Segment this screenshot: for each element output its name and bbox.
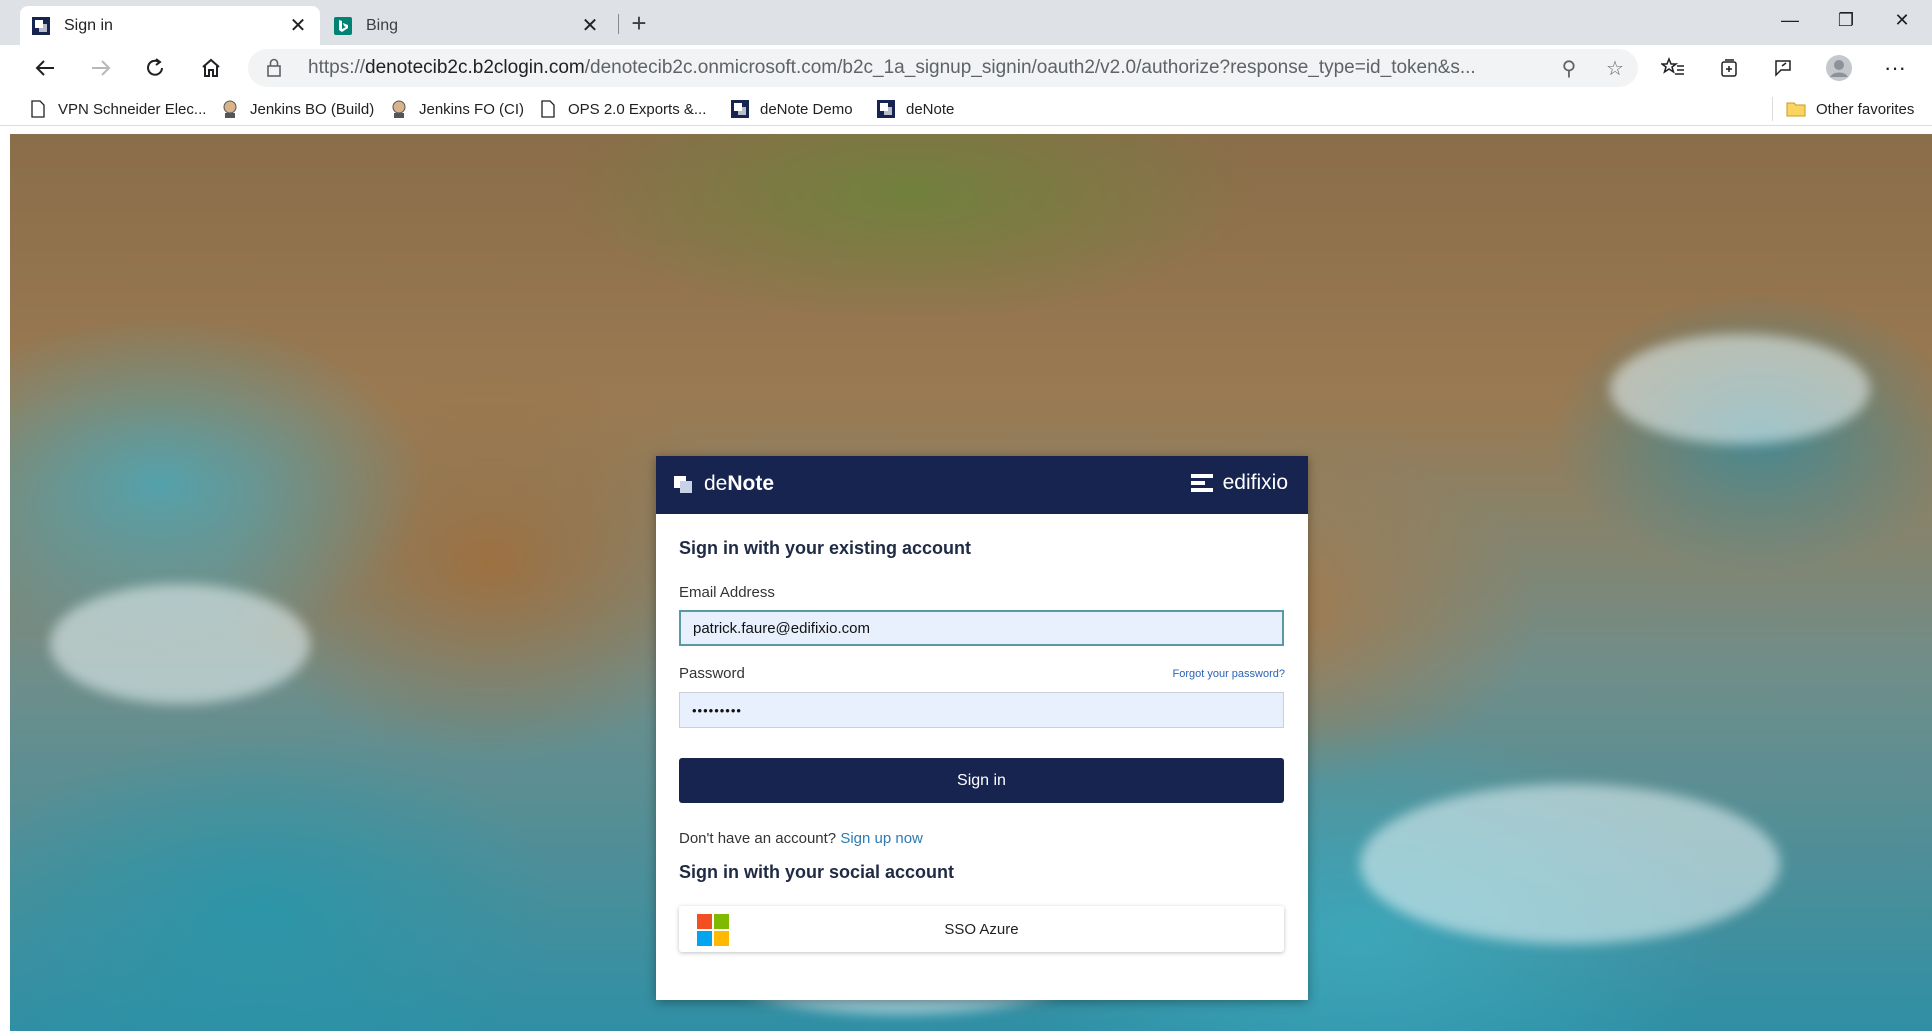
bookmark-label: deNote Demo — [760, 100, 853, 118]
page-icon — [538, 99, 558, 119]
other-favorites-folder[interactable]: Other favorites — [1786, 96, 1914, 122]
tab-separator — [618, 14, 619, 34]
favorite-star-icon[interactable]: ☆ — [1592, 49, 1638, 87]
bookmark-item[interactable]: Jenkins FO (CI) — [389, 96, 524, 122]
password-label: Password — [679, 665, 745, 682]
refresh-icon[interactable] — [136, 49, 174, 87]
more-menu-icon[interactable]: ··· — [1876, 49, 1914, 87]
ms-square-green — [714, 914, 729, 929]
folder-icon — [1786, 99, 1806, 119]
wave-foam — [50, 584, 310, 704]
no-account-label: Don't have an account? — [679, 830, 837, 847]
brand-note: Note — [727, 472, 775, 495]
close-window-icon[interactable]: ✕ — [1874, 0, 1930, 40]
bookmark-item[interactable]: Jenkins BO (Build) — [220, 96, 374, 122]
edifixio-logo-icon — [1190, 472, 1213, 494]
sso-button-label: SSO Azure — [944, 920, 1019, 938]
bookmarks-bar: VPN Schneider Elec... Jenkins BO (Build)… — [0, 91, 1932, 126]
feedback-icon[interactable] — [1764, 49, 1802, 87]
denote-icon — [876, 99, 896, 119]
bookmark-label: Jenkins BO (Build) — [250, 100, 375, 118]
restore-icon[interactable]: ❐ — [1818, 0, 1874, 40]
new-tab-icon[interactable]: + — [624, 8, 654, 38]
edifixio-brand: edifixio — [1190, 471, 1288, 495]
sign-up-link[interactable]: Sign up now — [840, 830, 923, 847]
bookmark-label: deNote — [906, 100, 955, 118]
bookmark-label: OPS 2.0 Exports &... — [568, 100, 707, 118]
brand-de: de — [704, 472, 728, 495]
no-account-text: Don't have an account? Sign up now — [679, 830, 923, 847]
lock-icon[interactable] — [266, 58, 288, 78]
key-icon[interactable]: ⚲ — [1546, 49, 1592, 87]
bookmark-label: Jenkins FO (CI) — [419, 100, 525, 118]
social-section-title: Sign in with your social account — [679, 862, 955, 882]
url-text: https://denotecib2c.b2clogin.com/denotec… — [308, 57, 1546, 79]
ms-square-yellow — [714, 931, 729, 946]
back-icon[interactable] — [26, 49, 64, 87]
denote-brand: de Note — [674, 472, 774, 496]
minimize-icon[interactable]: — — [1762, 0, 1818, 40]
microsoft-logo-icon — [697, 914, 729, 946]
email-label: Email Address — [679, 584, 775, 601]
forward-icon[interactable] — [82, 49, 120, 87]
bing-icon — [334, 16, 352, 35]
collections-icon[interactable] — [1710, 49, 1748, 87]
forgot-password-link[interactable]: Forgot your password? — [1173, 668, 1286, 680]
email-field[interactable]: patrick.faure@edifixio.com — [679, 610, 1284, 646]
partner-name: edifixio — [1222, 471, 1288, 494]
ms-square-red — [697, 914, 712, 929]
wave-foam — [1610, 334, 1870, 444]
password-field[interactable]: ••••••••• — [679, 692, 1284, 728]
denote-icon — [730, 99, 750, 119]
sign-in-button[interactable]: Sign in — [679, 758, 1284, 803]
jenkins-icon — [389, 99, 409, 119]
tab-strip: Sign in ✕ Bing ✕ + — ❐ ✕ — [0, 0, 1932, 45]
tab-title: Sign in — [64, 16, 113, 34]
sso-azure-button[interactable]: SSO Azure — [679, 906, 1284, 952]
background-coastline-image: de Note edifixio Sign in with your existi… — [10, 134, 1932, 1031]
bookmark-divider — [1772, 97, 1773, 121]
close-tab-icon[interactable]: ✕ — [580, 15, 600, 37]
card-header: de Note edifixio — [656, 456, 1308, 514]
jenkins-icon — [220, 99, 240, 119]
denote-logo-icon — [674, 474, 694, 494]
tab-sign-in[interactable]: Sign in ✕ — [20, 6, 320, 45]
url-host: denotecib2c.b2clogin.com — [365, 57, 585, 78]
bookmark-item[interactable]: deNote — [876, 96, 954, 122]
ms-square-blue — [697, 931, 712, 946]
url-path: /denotecib2c.onmicrosoft.com/b2c_1a_sign… — [584, 57, 1476, 78]
favorites-icon[interactable] — [1654, 49, 1692, 87]
address-bar[interactable]: https://denotecib2c.b2clogin.com/denotec… — [248, 49, 1638, 87]
sign-in-card: de Note edifixio Sign in with your existi… — [656, 456, 1308, 1000]
close-tab-icon[interactable]: ✕ — [288, 15, 308, 37]
wave-foam — [1360, 784, 1780, 944]
tab-title: Bing — [366, 16, 399, 34]
page-title: Sign in with your existing account — [679, 538, 972, 558]
home-icon[interactable] — [192, 49, 230, 87]
bookmark-label: Other favorites — [1816, 100, 1915, 118]
bookmark-item[interactable]: VPN Schneider Elec... — [28, 96, 206, 122]
browser-toolbar: https://denotecib2c.b2clogin.com/denotec… — [0, 45, 1932, 91]
denote-favicon-icon — [32, 16, 50, 35]
bookmark-label: VPN Schneider Elec... — [58, 100, 207, 118]
tab-bing[interactable]: Bing ✕ — [322, 6, 612, 45]
bookmark-item[interactable]: deNote Demo — [730, 96, 853, 122]
profile-avatar-icon[interactable] — [1820, 49, 1858, 87]
url-prefix: https:// — [308, 57, 366, 78]
page-icon — [28, 99, 48, 119]
bookmark-item[interactable]: OPS 2.0 Exports &... — [538, 96, 706, 122]
